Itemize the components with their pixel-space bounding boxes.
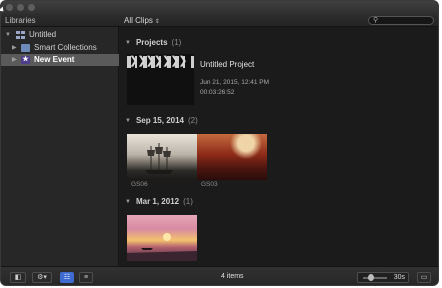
disclosure-triangle-icon[interactable]: ▶ <box>12 54 17 66</box>
clip-thumbnail[interactable] <box>127 215 197 261</box>
sailing-ship-image <box>145 143 173 174</box>
library-icon <box>16 31 25 39</box>
libraries-sidebar: ▼ Untitled ▶ Smart Collections ▶ ★ New E… <box>1 27 119 266</box>
clip-thumbnail[interactable] <box>127 134 197 180</box>
disclosure-triangle-icon[interactable]: ▼ <box>125 118 131 124</box>
project-thumbnail[interactable]: ❯❯❯❯❯❯❯ <box>127 54 194 105</box>
libraries-heading: Libraries <box>5 16 36 25</box>
sidebar-item-event[interactable]: ▶ ★ New Event <box>1 54 119 66</box>
up-down-chevron-icon: ⇕ <box>154 19 160 25</box>
clip-zoom-slider[interactable]: 30s <box>357 272 409 283</box>
project-date: Jun 21, 2015, 12:41 PM <box>200 79 270 86</box>
disclosure-triangle-icon[interactable]: ▼ <box>125 40 131 46</box>
clip-name: GS03 <box>201 181 218 188</box>
section-title: Sep 15, 2014 <box>135 116 184 125</box>
gear-icon: ⚙▾ <box>37 274 47 281</box>
section-count: (1) <box>183 197 193 206</box>
date-group-header[interactable]: ▼ Sep 15, 2014 (2) <box>125 116 198 125</box>
folder-icon <box>21 44 30 52</box>
sidebar-item-label: New Event <box>34 55 75 64</box>
minimize-window-button[interactable] <box>17 4 24 11</box>
sidebar-item-label: Untitled <box>29 30 57 39</box>
zoom-window-button[interactable] <box>28 4 35 11</box>
bottom-toolbar: ◧ ⚙▾ ☷ ≡ 4 items 30s ▭ <box>1 266 438 285</box>
items-count: 4 items <box>221 273 244 280</box>
list-icon: ≡ <box>83 274 89 281</box>
sidebar-item-smart-collections[interactable]: ▶ Smart Collections <box>1 42 119 54</box>
event-star-icon: ★ <box>21 56 30 64</box>
sunset-boat-image <box>127 233 197 261</box>
clip-thumbnail[interactable] <box>197 134 267 180</box>
action-gear-button[interactable]: ⚙▾ <box>32 272 52 283</box>
projects-section-header[interactable]: ▼ Projects (1) <box>125 38 181 47</box>
search-input[interactable]: ⚲ <box>368 16 434 25</box>
project-duration: 00:03:26:52 <box>200 89 235 96</box>
slider-knob[interactable] <box>368 274 375 281</box>
appearance-icon: ▭ <box>420 274 428 281</box>
clip-appearance-button[interactable]: ▭ <box>417 272 431 283</box>
browser-header: Libraries All Clips ⇕ ⚲ <box>1 14 438 27</box>
list-view-button[interactable]: ≡ <box>79 272 93 283</box>
sidebar-item-label: Smart Collections <box>34 43 97 52</box>
disclosure-triangle-icon[interactable]: ▶ <box>12 42 17 54</box>
sidebar-item-library[interactable]: ▼ Untitled <box>1 29 119 41</box>
final-cut-window: Libraries All Clips ⇕ ⚲ ▼ Untitled ▶ Smar… <box>0 0 439 286</box>
search-icon: ⚲ <box>373 17 379 24</box>
clip-name: GS06 <box>131 181 148 188</box>
title-bar <box>1 1 438 14</box>
project-title[interactable]: Untitled Project <box>200 60 254 69</box>
filmstrip-icon: ☷ <box>63 274 71 281</box>
filmstrip-view-button[interactable]: ☷ <box>60 272 74 283</box>
clapper-stripes-icon: ❯❯❯❯❯❯❯ <box>129 55 188 67</box>
clips-filter-popup[interactable]: All Clips ⇕ <box>124 16 160 25</box>
section-count: (1) <box>171 38 182 47</box>
disclosure-triangle-icon[interactable]: ▼ <box>125 199 131 205</box>
section-title: Projects <box>135 38 168 47</box>
zoom-duration: 30s <box>393 274 405 281</box>
event-browser: ▼ Projects (1) ❯❯❯❯❯❯❯ Untitled Project Ju… <box>120 27 438 266</box>
slider-track <box>363 277 387 279</box>
toggle-sidebar-button[interactable]: ◧ <box>10 272 26 283</box>
section-count: (2) <box>188 116 198 125</box>
disclosure-triangle-icon[interactable]: ▼ <box>5 29 11 41</box>
clips-filter-label: All Clips <box>124 16 153 25</box>
date-group-header[interactable]: ▼ Mar 1, 2012 (1) <box>125 197 193 206</box>
section-title: Mar 1, 2012 <box>135 197 180 206</box>
close-window-button[interactable] <box>6 4 13 11</box>
